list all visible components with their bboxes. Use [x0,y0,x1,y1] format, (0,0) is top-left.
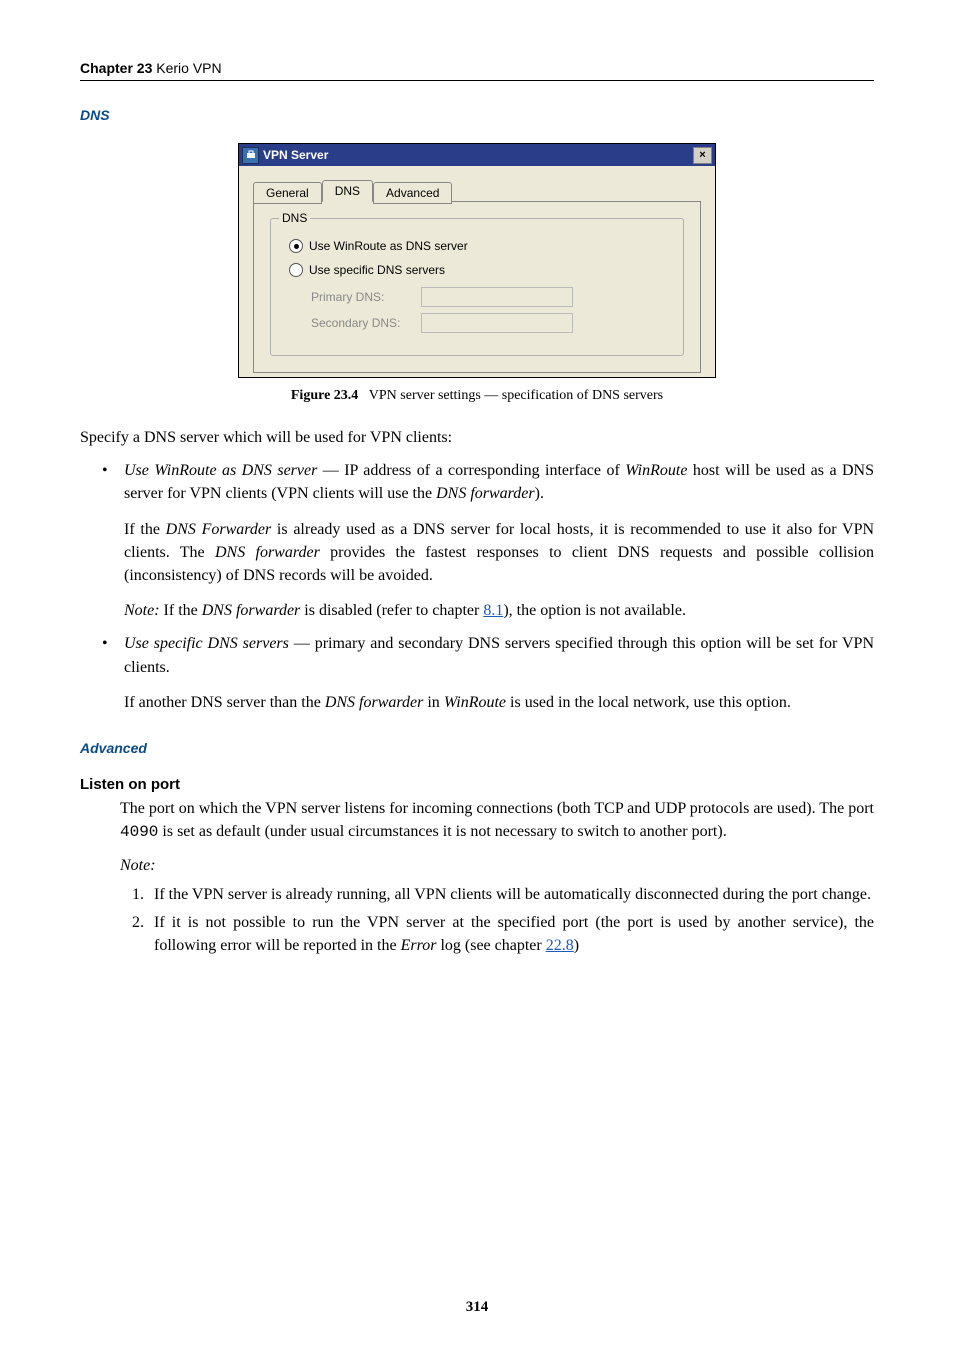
radio-specific-label: Use specific DNS servers [309,263,445,277]
b1note-c: DNS forwarder [202,602,301,619]
numbered-list: If the VPN server is already running, al… [120,883,874,957]
page-number: 314 [0,1299,954,1316]
radio-winroute-label: Use WinRoute as DNS server [309,239,468,253]
chapter-title-text: Kerio VPN [156,60,221,76]
bullet1-lead: Use WinRoute as DNS server [124,462,317,479]
secondary-dns-input [421,313,573,333]
list-item-2: If it is not possible to run the VPN ser… [148,911,874,957]
bullet2-p2: If another DNS server than the DNS forwa… [124,691,874,714]
vpn-server-dialog: VPN Server × General DNS Advanced DNS [238,143,716,378]
b1note-b: If the [160,602,202,619]
b2p2d: WinRoute [444,694,506,711]
tab-content: DNS Use WinRoute as DNS server Use speci… [253,201,701,373]
intro-paragraph: Specify a DNS server which will be used … [80,426,874,449]
dialog-title: VPN Server [263,148,693,162]
b1note-d: is disabled (refer to chapter [300,602,483,619]
ol2d: ) [574,937,579,954]
radio-specific[interactable] [289,263,303,277]
bullet1-rest3: ). [535,485,544,502]
bullet-list: Use WinRoute as DNS server — IP address … [80,459,874,714]
bullet1-p2: If the DNS Forwarder is already used as … [124,518,874,588]
listen-port: 4090 [120,823,158,841]
tab-dns[interactable]: DNS [322,180,373,202]
b1note-e: ), the option is not available. [503,602,686,619]
dialog-body: General DNS Advanced DNS Use WinRoute as… [239,166,715,377]
listen-paragraph: The port on which the VPN server listens… [120,797,874,844]
bullet-specific: Use specific DNS servers — primary and s… [124,632,874,714]
bullet1-dnsfw: DNS forwarder [436,485,535,502]
dialog-wrapper: VPN Server × General DNS Advanced DNS [80,143,874,378]
radio-dot-icon [294,244,299,249]
chapter-header: Chapter 23 Kerio VPN [80,60,874,81]
bullet2-lead: Use specific DNS servers [124,635,289,652]
primary-dns-input [421,287,573,307]
section-title-advanced: Advanced [80,740,874,756]
chapter-label: Chapter 23 [80,60,152,76]
dns-groupbox: DNS Use WinRoute as DNS server Use speci… [270,218,684,356]
listen-p1a: The port on which the VPN server listens… [120,800,874,817]
bullet1-note: Note: If the DNS forwarder is disabled (… [124,599,874,622]
list-item-1: If the VPN server is already running, al… [148,883,874,906]
primary-dns-row: Primary DNS: [311,287,669,307]
link-chapter-22-8[interactable]: 22.8 [546,937,574,954]
close-icon: × [699,150,705,161]
listen-block: The port on which the VPN server listens… [120,797,874,878]
dialog-titlebar[interactable]: VPN Server × [239,144,715,166]
ol2c: log (see chapter [436,937,545,954]
tab-advanced[interactable]: Advanced [373,182,452,204]
b1p2d: DNS forwarder [215,544,320,561]
bullet1-rest1: — IP address of a corresponding interfac… [317,462,625,479]
dialog-icon [242,147,259,164]
b2p2a: If another DNS server than the [124,694,325,711]
b1p2a: If the [124,521,166,538]
tabs: General DNS Advanced [253,180,701,202]
radio-winroute-row[interactable]: Use WinRoute as DNS server [289,239,669,253]
tab-general[interactable]: General [253,182,322,204]
figure-caption-text: VPN server settings — specification of D… [369,388,663,403]
b2p2c: in [423,694,443,711]
radio-specific-row[interactable]: Use specific DNS servers [289,263,669,277]
b2p2b: DNS forwarder [325,694,424,711]
bullet1-winroute: WinRoute [625,462,687,479]
b1p2b: DNS Forwarder [166,521,272,538]
section-title-dns: DNS [80,107,874,123]
figure-label: Figure 23.4 [291,388,358,403]
close-button[interactable]: × [693,147,712,164]
groupbox-label: DNS [279,211,310,225]
listen-on-port-heading: Listen on port [80,776,874,793]
link-chapter-8-1[interactable]: 8.1 [483,602,503,619]
b2p2e: is used in the local network, use this o… [506,694,791,711]
ol2b: Error [401,937,437,954]
primary-dns-label: Primary DNS: [311,290,421,304]
secondary-dns-label: Secondary DNS: [311,316,421,330]
listen-p1b: is set as default (under usual circumsta… [158,823,726,840]
radio-winroute[interactable] [289,239,303,253]
bullet-winroute: Use WinRoute as DNS server — IP address … [124,459,874,622]
figure-caption: Figure 23.4 VPN server settings — specif… [80,388,874,404]
listen-note: Note: [120,854,874,877]
b1note-a: Note: [124,602,160,619]
secondary-dns-row: Secondary DNS: [311,313,669,333]
